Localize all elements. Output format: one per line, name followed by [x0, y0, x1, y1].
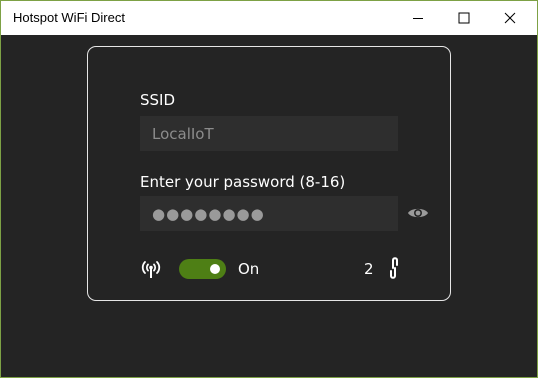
minimize-icon — [413, 18, 423, 19]
toggle-knob — [210, 264, 220, 274]
hotspot-settings-card: SSID Enter your password (8-16) On 2 — [87, 46, 451, 301]
ssid-input[interactable] — [140, 116, 398, 151]
app-window: Hotspot WiFi Direct SSID Enter your pass… — [0, 0, 538, 378]
password-input[interactable] — [140, 196, 398, 231]
hotspot-toggle[interactable] — [179, 259, 226, 279]
eye-icon — [408, 208, 428, 218]
title-bar[interactable]: Hotspot WiFi Direct — [1, 1, 537, 35]
close-button[interactable] — [487, 1, 533, 35]
show-password-button[interactable] — [406, 203, 430, 223]
window-title: Hotspot WiFi Direct — [13, 10, 125, 25]
antenna-icon — [141, 261, 161, 278]
ssid-label: SSID — [140, 91, 176, 109]
close-icon — [504, 12, 516, 24]
password-label: Enter your password (8-16) — [140, 173, 346, 191]
connected-clients-count: 2 — [364, 260, 374, 278]
maximize-icon — [458, 12, 470, 24]
toggle-status-label: On — [238, 260, 260, 278]
minimize-button[interactable] — [395, 1, 441, 35]
maximize-button[interactable] — [441, 1, 487, 35]
link-icon[interactable] — [386, 255, 402, 281]
